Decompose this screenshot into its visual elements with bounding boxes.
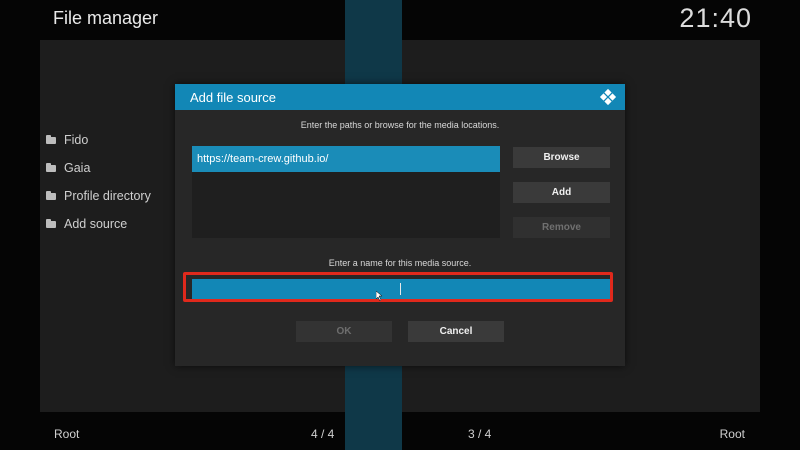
paths-list: https://team-crew.github.io/ [192,146,500,238]
list-item-label: Profile directory [64,189,151,203]
path-list-item[interactable]: https://team-crew.github.io/ [192,146,500,172]
folder-icon [46,190,56,200]
footer-page-count-left: 4 / 4 [311,427,335,441]
footer-root-left: Root [54,427,80,441]
remove-button[interactable]: Remove [513,217,610,238]
add-button[interactable]: Add [513,182,610,203]
footer-page-count-right: 3 / 4 [468,427,492,441]
list-item-label: Add source [64,217,128,231]
clock: 21:40 [679,3,752,33]
dialog-title: Add file source [190,89,276,105]
footer-root-right: Root [719,427,745,441]
kodi-screen: File manager 21:40 Fido Gaia Profile dir… [0,0,800,450]
source-name-input[interactable] [192,279,610,299]
cancel-button[interactable]: Cancel [408,321,504,342]
source-list: Fido Gaia Profile directory Add source [46,126,176,238]
ok-button[interactable]: OK [296,321,392,342]
list-item-fido[interactable]: Fido [46,126,176,154]
name-instruction: Enter a name for this media source. [328,258,472,268]
folder-icon [46,134,56,144]
text-caret [400,283,401,295]
list-item-label: Gaia [64,161,91,175]
list-item-profile-directory[interactable]: Profile directory [46,182,176,210]
list-item-label: Fido [64,133,89,147]
browse-button[interactable]: Browse [513,147,610,168]
list-item-add-source[interactable]: Add source [46,210,176,238]
paths-instruction: Enter the paths or browse for the media … [300,120,500,130]
folder-icon [46,162,56,172]
list-item-gaia[interactable]: Gaia [46,154,176,182]
kodi-logo-icon [599,88,617,106]
mouse-pointer-icon [376,291,383,301]
dialog-header: Add file source [175,84,625,110]
add-file-source-dialog: Add file source Enter the paths or brows… [175,84,625,366]
folder-icon [46,218,56,228]
page-title: File manager [53,8,159,28]
